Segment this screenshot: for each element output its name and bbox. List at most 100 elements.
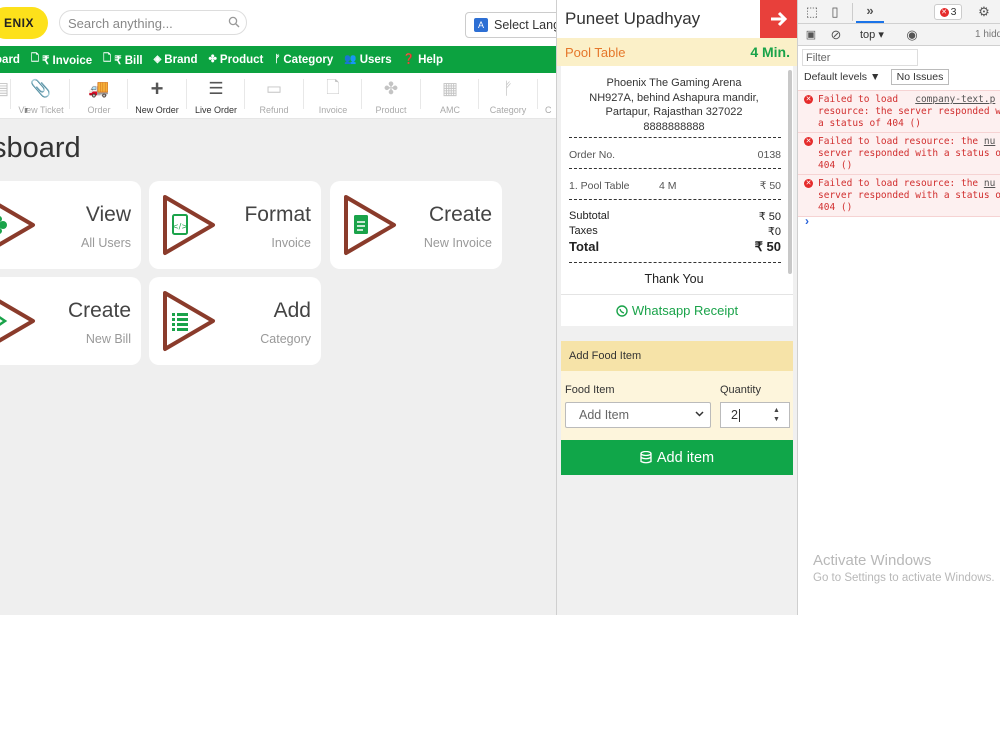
nav-help[interactable]: ❓ Help: [403, 54, 443, 66]
card-subtitle: Invoice: [271, 236, 311, 250]
elapsed-time: 4 Min.: [750, 44, 790, 60]
user-name: Puneet Upadhyay: [565, 9, 701, 28]
error-count: 3: [950, 6, 957, 18]
logo-text: ENIX: [3, 16, 34, 30]
tag-icon: ◈: [153, 54, 162, 65]
nav-label: Help: [418, 53, 444, 66]
translate-icon: A: [474, 18, 488, 32]
money-icon: ▭: [265, 79, 283, 98]
receipt[interactable]: Phoenix The Gaming Arena NH927A, behind …: [561, 66, 793, 294]
food-item-value: Add Item: [579, 408, 630, 422]
toolbar-category[interactable]: ᚠ Category: [479, 77, 537, 117]
nav-label: ₹ Invoice: [42, 54, 93, 67]
more-tabs-icon[interactable]: »: [862, 3, 878, 19]
error-source-link[interactable]: nu: [984, 136, 995, 147]
inspect-icon[interactable]: ⬚: [804, 4, 820, 20]
nav-label: Category: [283, 53, 334, 66]
quantity-value: 2: [731, 408, 738, 422]
toolbar-label: Order: [87, 105, 111, 115]
table-name: Pool Table: [565, 45, 626, 60]
nav-label: Brand: [164, 53, 198, 66]
error-source-link[interactable]: company-text.p: [915, 94, 995, 105]
toolbar-label: Refund: [259, 105, 289, 115]
close-panel-button[interactable]: [760, 0, 798, 38]
context-select[interactable]: top ▾: [860, 28, 884, 41]
add-item-button[interactable]: Add item: [561, 440, 793, 475]
toolbar-product[interactable]: ✤ Product: [362, 77, 420, 117]
eye-icon[interactable]: ◉: [904, 27, 920, 43]
icon-toolbar: ▤ r 📎 View Ticket 🚚 Order + New Order ☰ Live …: [0, 73, 556, 119]
nav-dashboard[interactable]: board: [0, 54, 20, 66]
thank-you-text: Thank You: [644, 272, 704, 286]
card-format-invoice[interactable]: </> Format Invoice: [149, 181, 321, 269]
error-icon: ✕: [804, 179, 813, 188]
main-app: ENIX A Select Lang board 🗋₹ Invoice 🗋₹ B…: [0, 0, 556, 615]
taxes-label: Taxes: [569, 225, 598, 237]
toolbar-new-order[interactable]: + New Order: [128, 76, 186, 117]
toolbar-order-list[interactable]: 🚚 Order: [70, 77, 128, 117]
svg-text:</>: </>: [172, 222, 188, 231]
nav-product[interactable]: ✤ Product: [209, 54, 264, 66]
issues-button[interactable]: No Issues: [891, 69, 949, 85]
clear-console-icon[interactable]: ⊘: [828, 27, 844, 43]
error-source-link[interactable]: nu: [984, 178, 995, 189]
calendar-icon: ▦: [441, 79, 459, 98]
card-create-invoice[interactable]: Create New Invoice: [330, 181, 502, 269]
nav-category[interactable]: ᚠ Category: [274, 54, 333, 66]
console-prompt[interactable]: ›: [805, 214, 809, 228]
arrow-right-icon: [771, 11, 788, 27]
nav-label: Product: [219, 53, 264, 66]
card-add-category[interactable]: Add Category: [149, 277, 321, 365]
total-value: ₹ 50: [754, 239, 781, 254]
sidebar-toggle-icon[interactable]: ▣: [803, 27, 819, 43]
top-bar: ENIX A Select Lang: [0, 0, 556, 46]
error-icon: ✕: [804, 137, 813, 146]
card-title: Create: [428, 203, 492, 226]
browser-viewport: ENIX A Select Lang board 🗋₹ Invoice 🗋₹ B…: [0, 0, 1000, 615]
add-item-label: Add item: [656, 449, 715, 466]
nav-brand[interactable]: ◈ Brand: [154, 54, 198, 66]
nav-label: Users: [359, 53, 392, 66]
toolbar-label: Live Order: [194, 105, 238, 115]
bill-icon: [0, 299, 35, 343]
food-item-label: Food Item: [565, 384, 615, 396]
order-label: Order No.: [569, 149, 616, 161]
toolbar-label: Category: [489, 105, 527, 115]
nav-bill[interactable]: 🗋 ₹ Bill: [103, 51, 142, 68]
log-levels-select[interactable]: Default levels ▼: [804, 71, 880, 83]
receipt-scrollbar[interactable]: [788, 70, 792, 274]
search-input[interactable]: [68, 14, 228, 32]
error-icon: ✕: [804, 95, 813, 104]
brand-logo[interactable]: ENIX: [0, 7, 48, 39]
page-title: sboard: [0, 132, 81, 164]
toolbar-label: View Ticket: [18, 105, 64, 115]
whatsapp-receipt-button[interactable]: Whatsapp Receipt: [561, 294, 793, 326]
nav-invoice[interactable]: 🗋 ₹ Invoice: [31, 51, 92, 68]
list-icon: [163, 291, 215, 351]
card-subtitle: Category: [260, 332, 311, 346]
error-count-badge[interactable]: ✕ 3: [934, 4, 962, 20]
search-icon[interactable]: [228, 16, 240, 28]
toolbar-invoice[interactable]: 🗋 Invoice: [304, 77, 362, 117]
device-toggle-icon[interactable]: ▯: [827, 4, 843, 20]
toolbar-more[interactable]: C: [538, 77, 556, 117]
console-filter-input[interactable]: Filter: [802, 49, 918, 66]
quantity-stepper[interactable]: 2 ▲ ▼: [720, 402, 790, 428]
card-view-users[interactable]: View All Users: [0, 181, 141, 269]
users-icon: 👥: [344, 54, 357, 65]
order-number: 0138: [757, 149, 781, 161]
toolbar-live-order[interactable]: ☰ Live Order: [187, 77, 245, 117]
language-select[interactable]: A Select Lang: [465, 12, 556, 38]
card-create-bill[interactable]: Create New Bill: [0, 277, 141, 365]
toolbar-refund[interactable]: ▭ Refund: [245, 77, 303, 117]
gear-icon[interactable]: ⚙: [976, 4, 992, 20]
toolbar-view-ticket[interactable]: 📎 View Ticket: [12, 77, 70, 117]
console-error: ✕ Failed to load company-text.p resource:…: [798, 90, 1000, 133]
food-item-select[interactable]: Add Item: [565, 402, 711, 428]
stepper-arrows-icon[interactable]: ▲ ▼: [773, 406, 783, 424]
search-box[interactable]: [59, 10, 247, 35]
hidden-count: 1 hidd: [975, 29, 1000, 40]
phone-number: 8888888888: [643, 120, 705, 133]
nav-users[interactable]: 👥 Users: [344, 54, 391, 66]
toolbar-amc[interactable]: ▦ AMC: [421, 77, 479, 117]
